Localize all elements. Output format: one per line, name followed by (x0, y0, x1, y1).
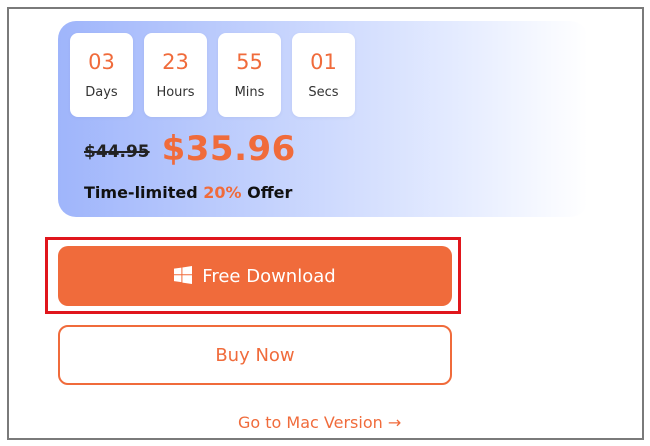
offer-suffix: Offer (241, 183, 293, 202)
offer-percent: 20% (203, 183, 242, 202)
buy-now-button[interactable]: Buy Now (58, 325, 452, 385)
countdown-secs-unit: Secs (308, 85, 339, 100)
countdown-hours-unit: Hours (156, 85, 195, 100)
free-download-button[interactable]: Free Download (58, 246, 452, 306)
offer-prefix: Time-limited (84, 183, 204, 202)
countdown-mins-value: 55 (236, 50, 263, 74)
mac-version-link[interactable]: Go to Mac Version → (238, 413, 401, 433)
promo-card: 03 Days 23 Hours 55 Mins 01 Secs $44.95 … (58, 21, 588, 217)
countdown-secs: 01 Secs (292, 33, 355, 117)
countdown-secs-value: 01 (310, 50, 337, 74)
original-price: $44.95 (84, 142, 150, 162)
countdown-days-value: 03 (88, 50, 115, 74)
windows-icon (174, 266, 193, 284)
countdown-hours-value: 23 (162, 50, 189, 74)
buy-now-label: Buy Now (215, 344, 295, 366)
sale-price: $35.96 (161, 129, 296, 169)
free-download-label: Free Download (202, 265, 336, 287)
countdown-mins-unit: Mins (234, 85, 265, 100)
price-row: $44.95 $35.96 (84, 129, 296, 169)
countdown-timer: 03 Days 23 Hours 55 Mins 01 Secs (70, 33, 355, 117)
countdown-mins: 55 Mins (218, 33, 281, 117)
countdown-hours: 23 Hours (144, 33, 207, 117)
offer-text: Time-limited 20% Offer (84, 183, 292, 202)
countdown-days: 03 Days (70, 33, 133, 117)
countdown-days-unit: Days (85, 85, 118, 100)
